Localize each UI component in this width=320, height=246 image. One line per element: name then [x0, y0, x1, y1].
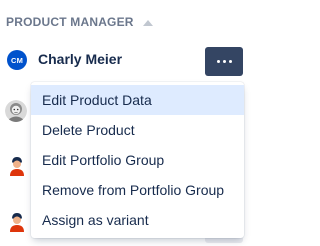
menu-item-edit-portfolio-group[interactable]: Edit Portfolio Group: [31, 145, 244, 175]
more-horizontal-icon: [228, 60, 232, 63]
user-avatar-icon: [7, 211, 27, 233]
more-horizontal-icon: [216, 60, 220, 63]
avatar: CM: [7, 50, 27, 70]
actions-dropdown-menu: Edit Product Data Delete Product Edit Po…: [31, 82, 244, 238]
user-photo-icon: [5, 100, 27, 122]
column-header-product-manager[interactable]: PRODUCT MANAGER: [6, 14, 153, 30]
more-horizontal-icon: [222, 60, 226, 63]
more-actions-button[interactable]: [205, 47, 243, 76]
menu-item-delete-product[interactable]: Delete Product: [31, 115, 244, 145]
user-name: Charly Meier: [38, 51, 123, 67]
avatar-initials: CM: [10, 55, 24, 65]
menu-item-remove-from-portfolio-group[interactable]: Remove from Portfolio Group: [31, 175, 244, 205]
user-avatar-icon: [7, 155, 27, 177]
menu-item-edit-product-data[interactable]: Edit Product Data: [31, 85, 244, 115]
column-header-label: PRODUCT MANAGER: [6, 15, 134, 29]
menu-item-assign-as-variant[interactable]: Assign as variant: [31, 205, 244, 235]
sort-ascending-icon[interactable]: [142, 19, 153, 26]
